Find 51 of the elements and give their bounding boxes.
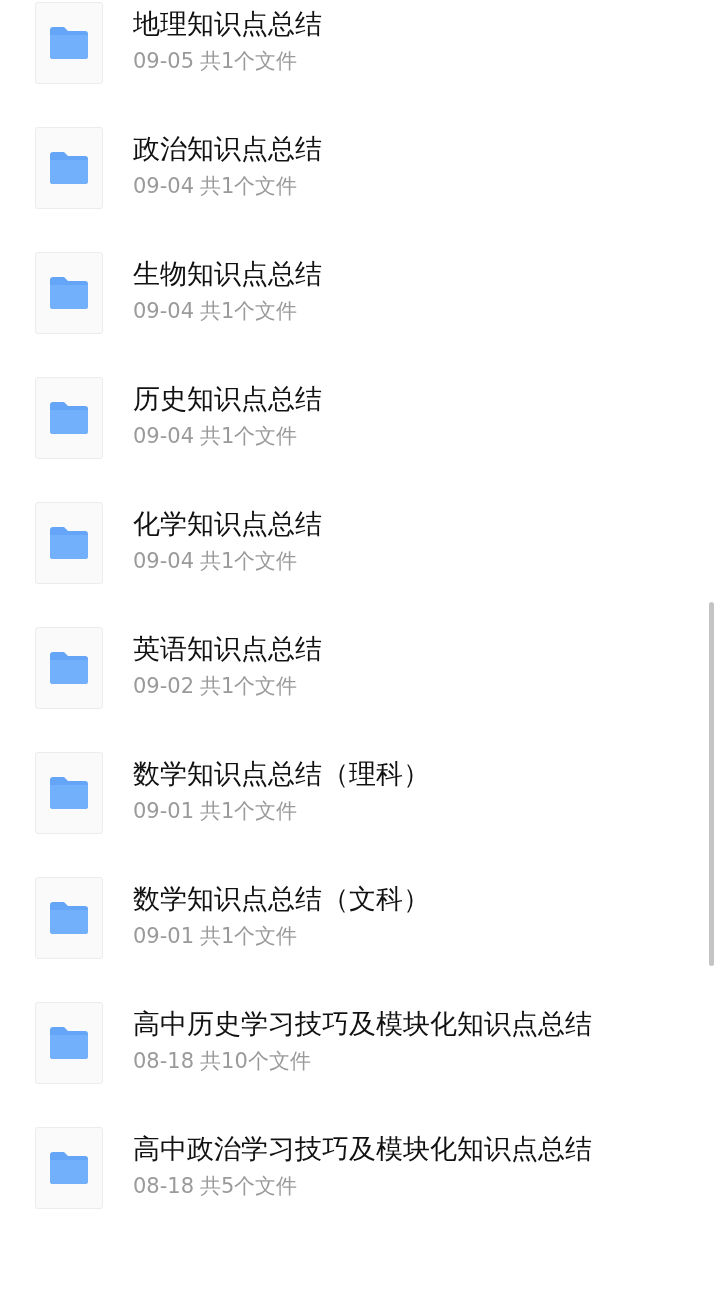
folder-name[interactable]: 高中历史学习技巧及模块化知识点总结 bbox=[133, 1006, 603, 1041]
folder-icon bbox=[49, 151, 89, 185]
folder-icon bbox=[49, 901, 89, 935]
file-count: 共1个文件 bbox=[200, 48, 298, 75]
folder-tile[interactable] bbox=[35, 2, 103, 84]
folder-name[interactable]: 英语知识点总结 bbox=[133, 631, 603, 666]
file-count: 共1个文件 bbox=[200, 798, 298, 825]
folder-name[interactable]: 政治知识点总结 bbox=[133, 131, 603, 166]
file-count: 共1个文件 bbox=[200, 423, 298, 450]
folder-name[interactable]: 生物知识点总结 bbox=[133, 256, 603, 291]
folder-date: 09-02 bbox=[133, 673, 195, 700]
folder-date: 09-01 bbox=[133, 923, 195, 950]
folder-date: 09-04 bbox=[133, 173, 195, 200]
file-count: 共1个文件 bbox=[200, 298, 298, 325]
folder-date: 09-05 bbox=[133, 48, 195, 75]
file-count: 共1个文件 bbox=[200, 923, 298, 950]
folder-tile[interactable] bbox=[35, 752, 103, 834]
folder-tile[interactable] bbox=[35, 1127, 103, 1209]
folder-tile[interactable] bbox=[35, 377, 103, 459]
folder-icon bbox=[49, 276, 89, 310]
file-count: 共10个文件 bbox=[200, 1048, 311, 1075]
folder-tile[interactable] bbox=[35, 127, 103, 209]
folder-tile[interactable] bbox=[35, 877, 103, 959]
folder-name[interactable]: 地理知识点总结 bbox=[133, 6, 603, 41]
folder-date: 08-18 bbox=[133, 1048, 195, 1075]
folder-date: 09-01 bbox=[133, 798, 195, 825]
folder-name[interactable]: 数学知识点总结（理科） bbox=[133, 756, 603, 791]
folder-tile[interactable] bbox=[35, 627, 103, 709]
folder-name[interactable]: 高中政治学习技巧及模块化知识点总结 bbox=[133, 1131, 603, 1166]
folder-date: 09-04 bbox=[133, 423, 195, 450]
file-count: 共1个文件 bbox=[200, 673, 298, 700]
folder-icon bbox=[49, 526, 89, 560]
folder-name[interactable]: 历史知识点总结 bbox=[133, 381, 603, 416]
folder-date: 09-04 bbox=[133, 548, 195, 575]
folder-tile[interactable] bbox=[35, 252, 103, 334]
folder-date: 08-18 bbox=[133, 1173, 195, 1200]
scrollbar[interactable] bbox=[709, 602, 714, 966]
folder-icon bbox=[49, 1026, 89, 1060]
folder-name[interactable]: 数学知识点总结（文科） bbox=[133, 881, 603, 916]
folder-tile[interactable] bbox=[35, 502, 103, 584]
folder-icon bbox=[49, 776, 89, 810]
folder-icon bbox=[49, 651, 89, 685]
folder-date: 09-04 bbox=[133, 298, 195, 325]
folder-tile[interactable] bbox=[35, 1002, 103, 1084]
folder-icon bbox=[49, 1151, 89, 1185]
folder-icon bbox=[49, 401, 89, 435]
file-count: 共5个文件 bbox=[200, 1173, 298, 1200]
file-count: 共1个文件 bbox=[200, 548, 298, 575]
file-count: 共1个文件 bbox=[200, 173, 298, 200]
folder-icon bbox=[49, 26, 89, 60]
folder-name[interactable]: 化学知识点总结 bbox=[133, 506, 603, 541]
